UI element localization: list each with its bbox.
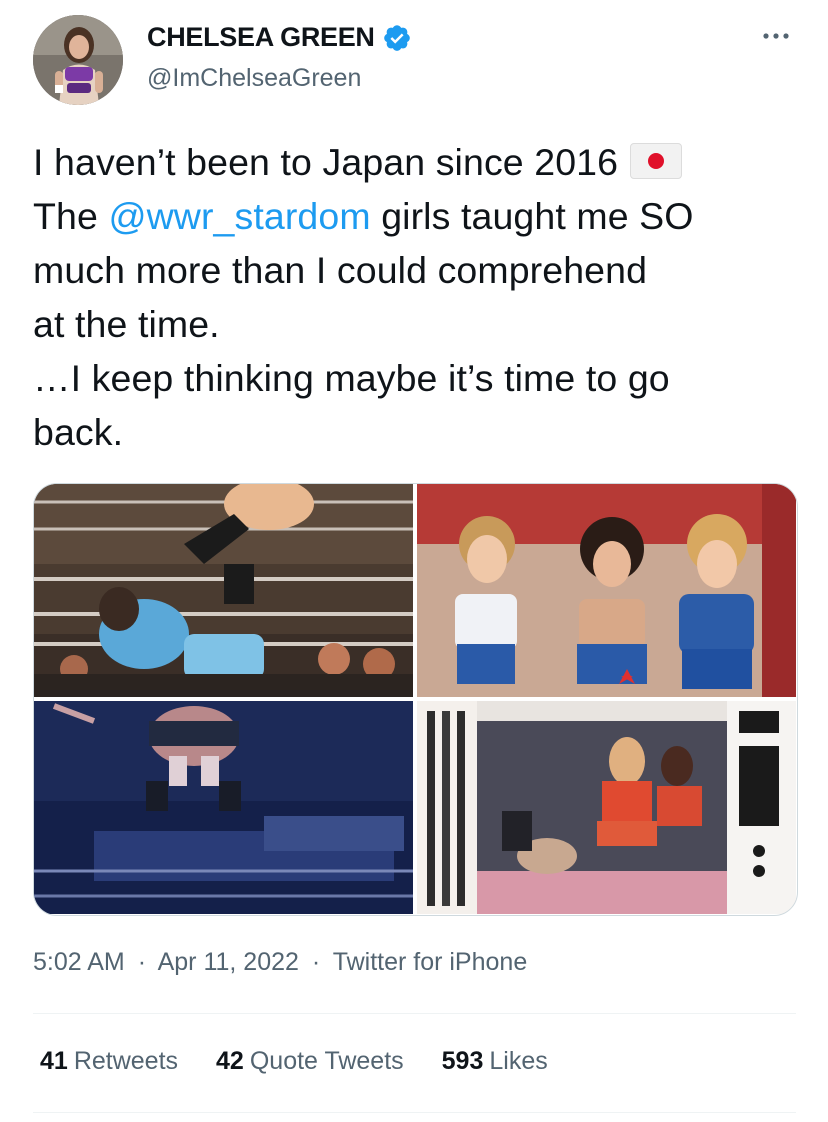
aerial-dive-photo-image xyxy=(34,701,413,914)
verified-badge-icon xyxy=(383,24,410,51)
media-photo-4[interactable] xyxy=(417,701,796,914)
divider xyxy=(33,1013,796,1014)
wrestling-ring-action-image xyxy=(34,484,413,697)
tweet-text: I haven’t been to Japan since 2016 The @… xyxy=(33,135,803,459)
divider xyxy=(33,1112,796,1113)
tweet-line-3: much more than I could comprehend xyxy=(33,249,648,291)
likes-label: Likes xyxy=(489,1047,548,1075)
avatar-image xyxy=(33,15,123,105)
more-options-icon[interactable] xyxy=(756,20,796,50)
tweet-stats: 41 Retweets 42 Quote Tweets 593 Likes xyxy=(40,1047,586,1076)
tweet-line-4: at the time. xyxy=(33,303,220,345)
author-name-row[interactable]: CHELSEA GREEN xyxy=(147,22,412,53)
media-photo-2[interactable] xyxy=(417,484,796,697)
meta-separator: · xyxy=(137,948,147,976)
tweet-date[interactable]: Apr 11, 2022 xyxy=(158,948,299,976)
tweet-line-5: …I keep thinking maybe it’s time to go xyxy=(33,357,670,399)
tweet-line-2-suffix: girls taught me SO xyxy=(370,195,694,237)
retweets-label: Retweets xyxy=(73,1047,179,1075)
likes-count: 593 xyxy=(441,1047,484,1075)
tweet-line-2-prefix: The xyxy=(33,195,109,237)
magazine-page-photo-image xyxy=(417,701,796,914)
media-photo-1[interactable] xyxy=(34,484,413,697)
quote-tweets-label: Quote Tweets xyxy=(249,1047,404,1075)
tweet-line-1: I haven’t been to Japan since 2016 xyxy=(33,135,803,189)
quote-tweets-count: 42 xyxy=(216,1047,244,1075)
group-photo-wrestlers-image xyxy=(417,484,796,697)
tweet-line-2: The @wwr_stardom girls taught me SO xyxy=(33,189,803,243)
author-display-name[interactable]: CHELSEA GREEN xyxy=(147,22,375,53)
media-photo-3[interactable] xyxy=(34,701,413,914)
tweet-meta: 5:02 AM · Apr 11, 2022 · Twitter for iPh… xyxy=(33,948,527,977)
tweet-time[interactable]: 5:02 AM xyxy=(33,948,125,976)
retweets-stat[interactable]: 41 Retweets xyxy=(40,1047,178,1076)
author-handle[interactable]: @ImChelseaGreen xyxy=(147,64,361,93)
tweet-source[interactable]: Twitter for iPhone xyxy=(333,948,528,976)
quote-tweets-stat[interactable]: 42 Quote Tweets xyxy=(216,1047,404,1076)
tweet-line-6: back. xyxy=(33,411,124,453)
tweet-line-1-text: I haven’t been to Japan since 2016 xyxy=(33,141,619,183)
retweets-count: 41 xyxy=(40,1047,68,1075)
avatar[interactable] xyxy=(33,15,123,105)
mention-link[interactable]: @wwr_stardom xyxy=(108,195,370,237)
media-grid xyxy=(33,483,798,916)
japan-flag-icon xyxy=(630,143,683,180)
meta-separator: · xyxy=(311,948,321,976)
likes-stat[interactable]: 593 Likes xyxy=(442,1047,548,1076)
